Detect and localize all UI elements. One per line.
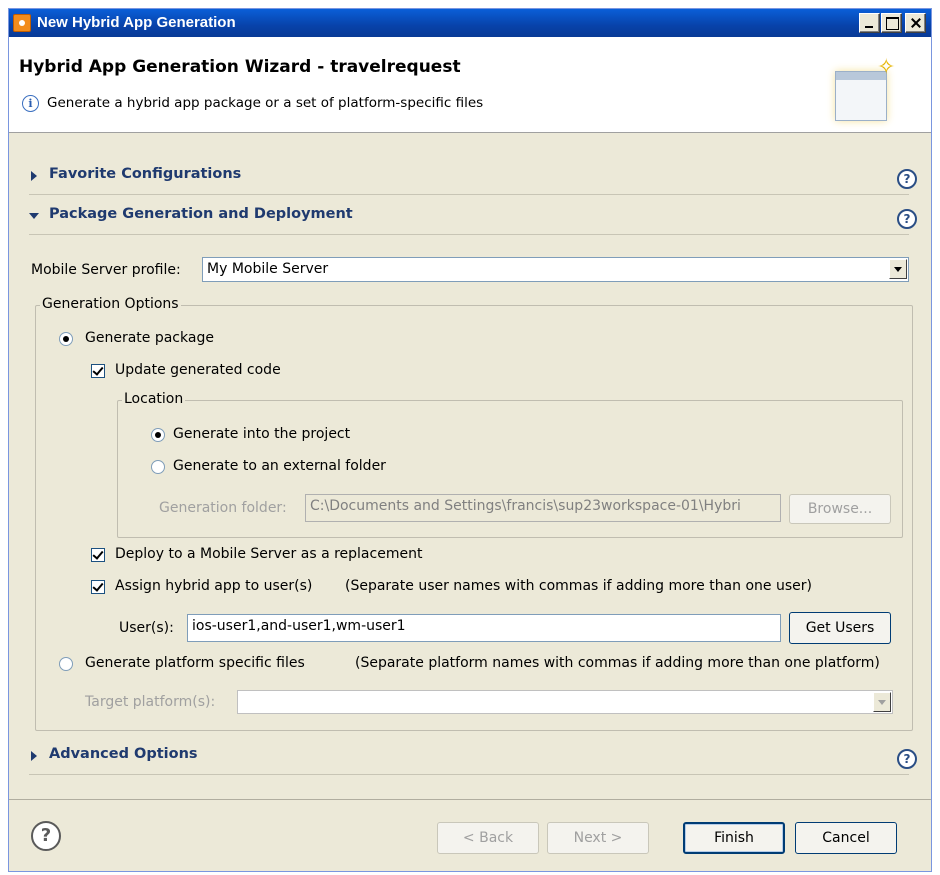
generate-package-radio[interactable] xyxy=(59,332,73,346)
profile-value: My Mobile Server xyxy=(207,261,329,277)
wizard-description: Generate a hybrid app package or a set o… xyxy=(47,95,484,111)
close-button[interactable] xyxy=(905,13,926,33)
section-favorite-configurations[interactable]: Favorite Configurations xyxy=(29,157,909,195)
section-advanced-options[interactable]: Advanced Options xyxy=(29,737,909,775)
cancel-button[interactable]: Cancel xyxy=(795,822,897,854)
window-title: New Hybrid App Generation xyxy=(37,14,236,31)
generate-platform-files-label[interactable]: Generate platform specific files xyxy=(85,655,305,671)
section-title-package[interactable]: Package Generation and Deployment xyxy=(49,206,353,222)
generation-folder-label: Generation folder: xyxy=(159,500,287,516)
generate-package-label[interactable]: Generate package xyxy=(85,330,214,346)
update-code-label[interactable]: Update generated code xyxy=(115,362,281,378)
expand-icon[interactable] xyxy=(31,171,37,181)
title-bar[interactable]: New Hybrid App Generation xyxy=(9,9,931,37)
generate-external-label[interactable]: Generate to an external folder xyxy=(173,458,386,474)
info-icon: i xyxy=(22,95,39,112)
assign-users-checkbox[interactable] xyxy=(91,580,105,594)
maximize-icon xyxy=(882,14,901,32)
help-icon[interactable]: ? xyxy=(897,209,917,229)
assign-users-label[interactable]: Assign hybrid app to user(s) xyxy=(115,578,312,594)
generate-platform-files-radio[interactable] xyxy=(59,657,73,671)
section-title-advanced[interactable]: Advanced Options xyxy=(49,746,198,762)
wizard-banner-icon: ✧ xyxy=(829,57,895,127)
generation-folder-field[interactable]: C:\Documents and Settings\francis\sup23w… xyxy=(305,494,781,522)
assign-users-hint: (Separate user names with commas if addi… xyxy=(345,578,812,594)
footer-divider xyxy=(9,799,931,800)
users-input[interactable]: ios-user1,and-user1,wm-user1 xyxy=(187,614,781,642)
generate-into-project-label[interactable]: Generate into the project xyxy=(173,426,350,442)
browse-button[interactable]: Browse... xyxy=(789,494,891,524)
generate-external-radio[interactable] xyxy=(151,460,165,474)
back-button[interactable]: < Back xyxy=(437,822,539,854)
chevron-down-icon[interactable] xyxy=(889,259,907,279)
wizard-header: Hybrid App Generation Wizard - travelreq… xyxy=(9,37,931,133)
section-package-generation[interactable]: Package Generation and Deployment xyxy=(29,197,909,235)
generate-into-project-radio[interactable] xyxy=(151,428,165,442)
app-icon xyxy=(13,14,31,32)
wizard-window: New Hybrid App Generation Hybrid App Gen… xyxy=(8,8,932,872)
next-button[interactable]: Next > xyxy=(547,822,649,854)
generate-platform-files-hint: (Separate platform names with commas if … xyxy=(355,655,880,671)
deploy-label[interactable]: Deploy to a Mobile Server as a replaceme… xyxy=(115,546,422,562)
chevron-down-icon[interactable] xyxy=(873,692,891,712)
maximize-button[interactable] xyxy=(881,13,902,33)
close-icon xyxy=(906,14,925,32)
minimize-icon xyxy=(860,14,879,32)
deploy-checkbox[interactable] xyxy=(91,548,105,562)
wizard-title: Hybrid App Generation Wizard - travelreq… xyxy=(19,57,461,77)
expand-icon[interactable] xyxy=(31,751,37,761)
generation-options-legend: Generation Options xyxy=(40,296,181,312)
target-platform-combo[interactable] xyxy=(237,690,893,714)
help-icon[interactable]: ? xyxy=(897,169,917,189)
profile-combo[interactable]: My Mobile Server xyxy=(202,257,909,282)
help-icon[interactable]: ? xyxy=(897,749,917,769)
finish-button[interactable]: Finish xyxy=(683,822,785,854)
section-title-favorites[interactable]: Favorite Configurations xyxy=(49,166,241,182)
help-icon[interactable]: ? xyxy=(31,821,61,851)
users-label: User(s): xyxy=(119,620,174,636)
get-users-button[interactable]: Get Users xyxy=(789,612,891,644)
update-code-checkbox[interactable] xyxy=(91,364,105,378)
profile-label: Mobile Server profile: xyxy=(31,262,181,278)
minimize-button[interactable] xyxy=(859,13,880,33)
location-legend: Location xyxy=(122,391,186,407)
target-platform-label: Target platform(s): xyxy=(85,694,216,710)
collapse-icon[interactable] xyxy=(29,213,39,219)
